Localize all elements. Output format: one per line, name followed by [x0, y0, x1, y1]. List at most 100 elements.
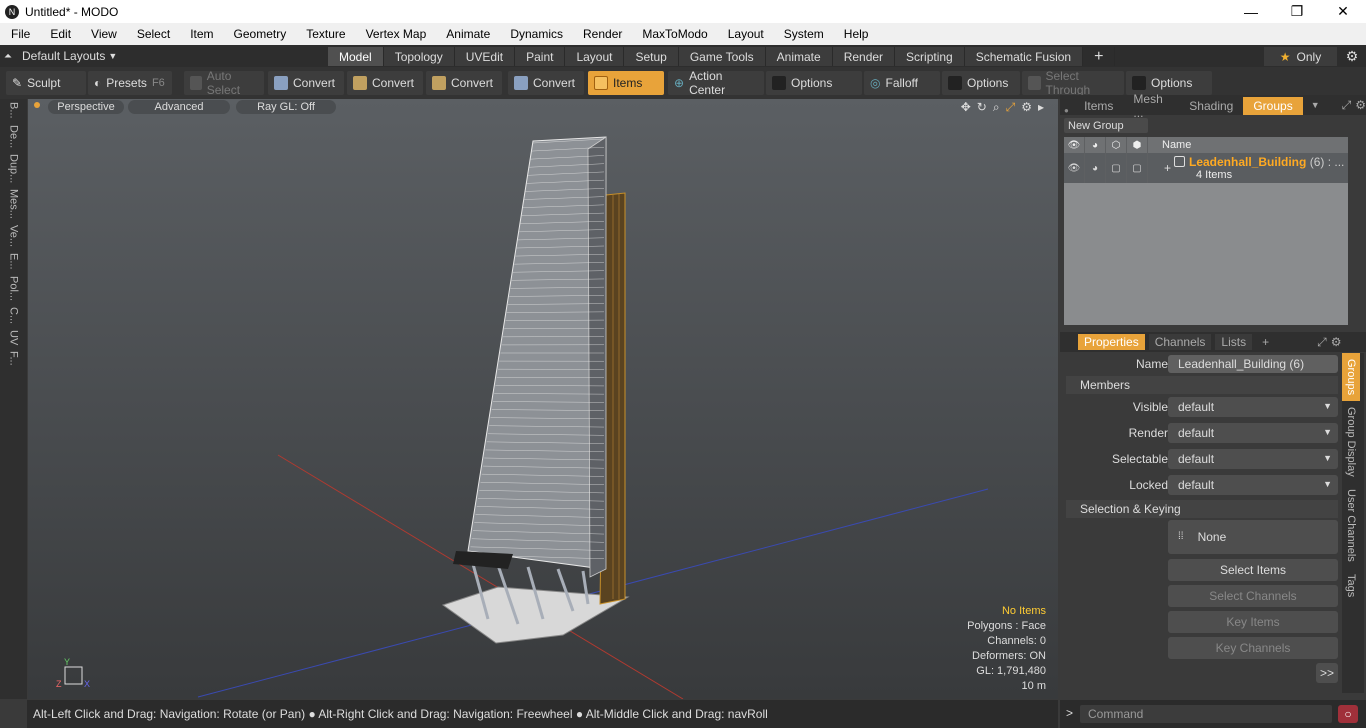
- strip-tab-mesh[interactable]: Mes...: [8, 186, 20, 222]
- visibility-column-icon[interactable]: 👁: [1064, 137, 1085, 153]
- menu-animate[interactable]: Animate: [435, 27, 499, 41]
- panel-gear-icon[interactable]: ⚙: [1355, 98, 1366, 112]
- advanced-button[interactable]: Advanced: [128, 100, 230, 114]
- options-button-2[interactable]: Options: [942, 71, 1020, 95]
- rotate-icon[interactable]: ↻: [977, 100, 987, 115]
- tab-setup[interactable]: Setup: [624, 47, 679, 66]
- lock-toggle-icon[interactable]: ▢: [1127, 153, 1148, 183]
- viewport-expand-icon[interactable]: ▸: [1038, 100, 1044, 115]
- add-property-tab-button[interactable]: +: [1256, 334, 1275, 350]
- presets-button[interactable]: ◐ Presets F6: [88, 71, 172, 95]
- tab-topology[interactable]: Topology: [383, 47, 455, 66]
- viewport-dot-icon[interactable]: [34, 102, 40, 108]
- gear-icon[interactable]: ⚙: [1340, 47, 1364, 66]
- menu-file[interactable]: File: [0, 27, 39, 41]
- side-tab-tags[interactable]: Tags: [1342, 568, 1360, 603]
- none-button[interactable]: ⁞⁞ None: [1168, 520, 1338, 554]
- auto-select-button[interactable]: Auto Select: [184, 69, 264, 97]
- select-toggle-icon[interactable]: ▢: [1106, 153, 1127, 183]
- tab-scripting[interactable]: Scripting: [895, 47, 965, 66]
- menu-vertex-map[interactable]: Vertex Map: [355, 27, 436, 41]
- select-items-button[interactable]: Select Items: [1168, 559, 1338, 581]
- viewport-settings-icon[interactable]: ⚙: [1021, 100, 1032, 115]
- convert-button-4[interactable]: Convert: [508, 71, 584, 95]
- name-column-header[interactable]: Name: [1162, 139, 1191, 151]
- convert-button-1[interactable]: Convert: [268, 71, 344, 95]
- tab-channels[interactable]: Channels: [1148, 334, 1212, 350]
- menu-render[interactable]: Render: [572, 27, 631, 41]
- pan-icon[interactable]: ✥: [961, 100, 971, 115]
- group-row[interactable]: 👁 ◕ ▢ ▢ + Leadenhall_Building (6) : ... …: [1064, 153, 1348, 183]
- action-center-button[interactable]: ⊕ Action Center: [668, 69, 764, 97]
- convert-button-3[interactable]: Convert: [426, 71, 502, 95]
- close-icon[interactable]: ✕: [1320, 0, 1366, 23]
- more-button[interactable]: >>: [1316, 663, 1338, 683]
- members-section[interactable]: Members: [1066, 376, 1338, 394]
- restore-icon[interactable]: ❐: [1274, 0, 1320, 23]
- tab-lists[interactable]: Lists: [1215, 334, 1253, 350]
- strip-tab-basic[interactable]: B...: [8, 99, 20, 122]
- props-gear-icon[interactable]: ⚙: [1331, 335, 1342, 349]
- perspective-button[interactable]: Perspective: [48, 100, 124, 114]
- render-toggle-icon[interactable]: ◕: [1085, 153, 1106, 183]
- command-input[interactable]: Command: [1080, 705, 1332, 723]
- falloff-button[interactable]: ◎ Falloff: [864, 71, 940, 95]
- locked-dropdown[interactable]: default ▼: [1168, 475, 1338, 495]
- select-column-icon[interactable]: ⬡: [1106, 137, 1127, 153]
- items-button[interactable]: Items: [588, 71, 664, 95]
- tab-uvedit[interactable]: UVEdit: [454, 47, 516, 66]
- minimize-icon[interactable]: —: [1228, 0, 1274, 23]
- side-tab-user-channels[interactable]: User Channels: [1342, 483, 1360, 568]
- strip-tab-deform[interactable]: De...: [8, 122, 20, 151]
- key-channels-button[interactable]: Key Channels: [1168, 637, 1338, 659]
- expand-props-icon[interactable]: ⤢: [1317, 335, 1327, 350]
- raygl-button[interactable]: Ray GL: Off: [236, 100, 336, 114]
- menu-maxtomodo[interactable]: MaxToModo: [631, 27, 716, 41]
- add-tab-button[interactable]: +: [1083, 47, 1116, 66]
- tab-items[interactable]: Items: [1074, 97, 1123, 115]
- strip-tab-fusion[interactable]: F...: [8, 348, 20, 369]
- strip-tab-uv[interactable]: UV: [8, 327, 20, 348]
- side-tab-group-display[interactable]: Group Display: [1342, 401, 1360, 483]
- 3d-viewport[interactable]: Y Z X Perspective Advanced Ray GL: Off ✥…: [28, 99, 1058, 699]
- selection-keying-section[interactable]: Selection & Keying: [1066, 500, 1338, 518]
- tab-model[interactable]: Model: [328, 47, 384, 66]
- only-button[interactable]: ★ Only: [1264, 47, 1337, 66]
- strip-tab-curve[interactable]: C...: [8, 304, 20, 327]
- tab-properties[interactable]: Properties: [1078, 334, 1145, 350]
- tab-animate[interactable]: Animate: [765, 47, 833, 66]
- side-tab-groups[interactable]: Groups: [1342, 353, 1360, 402]
- menu-geometry[interactable]: Geometry: [223, 27, 296, 41]
- render-column-icon[interactable]: ◕: [1085, 137, 1106, 153]
- panel-dot-icon[interactable]: ●: [1064, 106, 1074, 115]
- tab-groups[interactable]: Groups: [1243, 97, 1303, 115]
- tab-menu-chevron-icon[interactable]: ▼: [1311, 100, 1320, 110]
- visible-toggle-icon[interactable]: 👁: [1064, 153, 1085, 183]
- tab-mesh[interactable]: Mesh ...: [1123, 92, 1179, 120]
- tab-schematic-fusion[interactable]: Schematic Fusion: [964, 47, 1084, 66]
- key-items-button[interactable]: Key Items: [1168, 611, 1338, 633]
- menu-dynamics[interactable]: Dynamics: [499, 27, 572, 41]
- tab-shading[interactable]: Shading: [1179, 97, 1243, 115]
- menu-help[interactable]: Help: [833, 27, 878, 41]
- default-layouts-dropdown[interactable]: ⏶ Default Layouts ▼: [4, 45, 117, 67]
- select-through-button[interactable]: Select Through: [1022, 69, 1124, 97]
- options-button-1[interactable]: Options: [766, 71, 862, 95]
- convert-button-2[interactable]: Convert: [347, 71, 423, 95]
- menu-select[interactable]: Select: [126, 27, 179, 41]
- menu-view[interactable]: View: [80, 27, 126, 41]
- new-group-button[interactable]: New Group: [1064, 118, 1148, 133]
- menu-texture[interactable]: Texture: [295, 27, 354, 41]
- strip-tab-vertex[interactable]: Ve...: [8, 222, 20, 250]
- visible-dropdown[interactable]: default ▼: [1168, 397, 1338, 417]
- menu-system[interactable]: System: [773, 27, 833, 41]
- name-field[interactable]: Leadenhall_Building (6): [1168, 355, 1338, 373]
- menu-edit[interactable]: Edit: [39, 27, 80, 41]
- sculpt-button[interactable]: ✎ Sculpt: [6, 71, 86, 95]
- menu-item[interactable]: Item: [179, 27, 222, 41]
- strip-tab-polygon[interactable]: Pol...: [8, 273, 20, 304]
- tab-layout[interactable]: Layout: [565, 47, 625, 66]
- tab-game-tools[interactable]: Game Tools: [678, 47, 766, 66]
- expand-plus-icon[interactable]: +: [1164, 161, 1171, 175]
- command-history-icon[interactable]: ○: [1338, 705, 1358, 723]
